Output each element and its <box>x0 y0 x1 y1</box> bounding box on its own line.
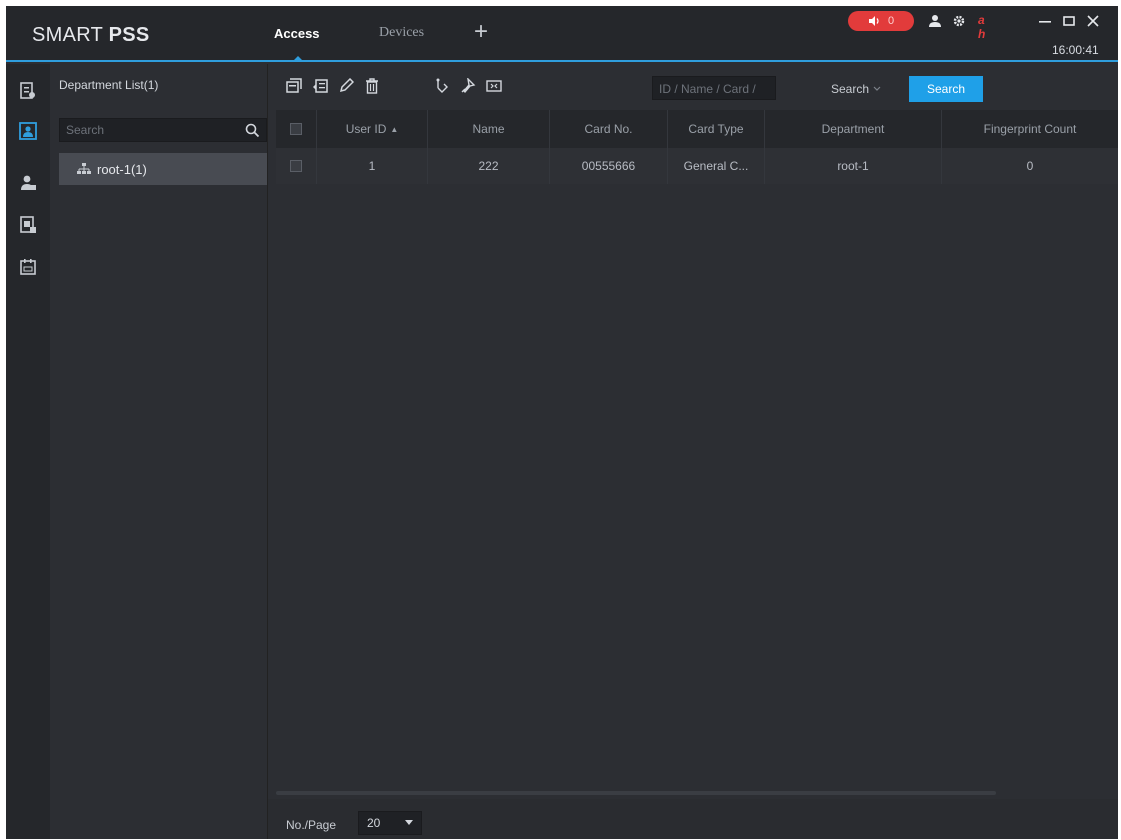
column-department[interactable]: Department <box>765 110 942 148</box>
module-rail <box>6 64 50 839</box>
title-bar: SMART PSS Access Devices + 0 a h 16:00:4… <box>6 6 1118 62</box>
user-search-box <box>652 76 776 100</box>
user-icon[interactable] <box>928 14 942 28</box>
cell-card-type: General C... <box>668 148 765 184</box>
access-record-icon[interactable] <box>19 82 37 100</box>
chevron-down-icon <box>873 86 881 91</box>
fingerprint-icon[interactable] <box>434 78 450 94</box>
tab-access[interactable]: Access <box>274 26 320 41</box>
per-page-select[interactable]: 20 <box>358 811 422 835</box>
search-button[interactable]: Search <box>909 76 983 102</box>
delete-icon[interactable] <box>364 78 380 94</box>
cell-name: 222 <box>428 148 550 184</box>
per-page-value: 20 <box>367 816 381 830</box>
maximize-icon[interactable] <box>1062 14 1076 28</box>
select-all-checkbox[interactable] <box>290 123 302 135</box>
search-icon[interactable] <box>245 123 260 138</box>
search-type-label: Search <box>831 82 870 96</box>
cell-fingerprint-count: 0 <box>1026 159 1034 173</box>
row-select-cell <box>276 148 317 184</box>
sort-asc-icon: ▲ <box>390 124 399 134</box>
user-admin-icon[interactable] <box>19 174 37 192</box>
app-logo-light: SMART <box>32 24 109 46</box>
calendar-icon[interactable] <box>19 258 37 276</box>
column-card-no[interactable]: Card No. <box>550 110 668 148</box>
cell-user-id: 1 <box>317 148 428 184</box>
user-search-input[interactable] <box>659 80 769 98</box>
select-all-cell <box>276 110 317 148</box>
user-table: User ID ▲ Name Card No. Card Type Depart… <box>276 110 1118 796</box>
column-user-id[interactable]: User ID ▲ <box>317 110 428 148</box>
gear-icon[interactable] <box>952 14 966 28</box>
tab-devices[interactable]: Devices <box>379 25 424 41</box>
export-icon[interactable] <box>486 78 502 94</box>
alarm-count: 0 <box>887 15 895 27</box>
app-logo: SMART PSS <box>32 24 150 47</box>
alarm-button[interactable]: 0 <box>848 11 914 31</box>
table-header: User ID ▲ Name Card No. Card Type Depart… <box>276 110 1118 148</box>
close-icon[interactable] <box>1086 14 1100 28</box>
user-list-panel: Search Search User ID ▲ Name Card No. Ca… <box>268 64 1118 839</box>
speaker-icon <box>868 16 879 26</box>
minimize-icon[interactable] <box>1038 14 1052 28</box>
column-fingerprint-count[interactable]: Fingerprint Count <box>942 110 1118 148</box>
column-name[interactable]: Name <box>428 110 550 148</box>
app-window: SMART PSS Access Devices + 0 a h 16:00:4… <box>6 6 1118 839</box>
column-user-id-label: User ID <box>345 122 387 136</box>
department-panel: Department List(1) root-1(1) <box>50 64 268 839</box>
department-search-box <box>59 118 267 142</box>
search-type-dropdown[interactable]: Search <box>831 82 881 96</box>
cell-department: root-1 <box>765 148 942 184</box>
add-tab-button[interactable]: + <box>474 20 488 44</box>
app-logo-bold: PSS <box>108 24 150 46</box>
import-icon[interactable] <box>312 78 328 94</box>
horizontal-scrollbar[interactable] <box>276 791 996 795</box>
person-card-icon[interactable] <box>19 122 37 140</box>
row-checkbox[interactable] <box>290 160 302 172</box>
active-tab-indicator <box>292 56 304 62</box>
department-tree-item[interactable]: root-1(1) <box>59 153 267 185</box>
per-page-label: No./Page <box>286 818 337 832</box>
toolbar: Search Search <box>268 64 1118 110</box>
issue-card-icon[interactable] <box>460 78 476 94</box>
cell-card-no: 00555666 <box>550 148 668 184</box>
column-card-type[interactable]: Card Type <box>668 110 765 148</box>
department-tree-label: root-1(1) <box>97 161 147 177</box>
device-config-icon[interactable] <box>19 216 37 234</box>
pagination-bar: No./Page 20 <box>268 799 1118 839</box>
edit-icon[interactable] <box>338 78 354 94</box>
department-list-title: Department List(1) <box>59 78 159 92</box>
department-search-input[interactable] <box>66 121 226 139</box>
caret-down-icon <box>405 820 413 825</box>
brand-icon[interactable]: a h <box>978 13 992 41</box>
org-tree-icon <box>77 163 91 174</box>
table-row[interactable]: 1 222 00555666 General C... root-1 0 <box>276 148 1118 184</box>
clock: 16:00:41 <box>1052 43 1099 57</box>
add-user-icon[interactable] <box>286 78 302 94</box>
